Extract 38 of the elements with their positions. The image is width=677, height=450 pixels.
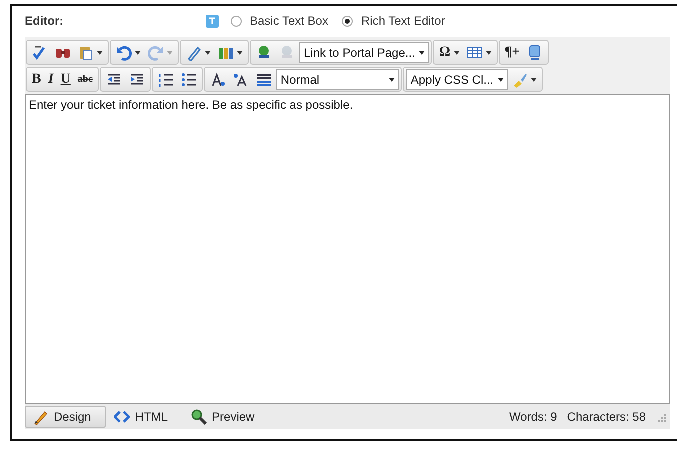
numbered-list-icon: [158, 72, 174, 88]
align-icon: [256, 72, 272, 88]
format-button[interactable]: Ω: [436, 42, 463, 62]
format-button[interactable]: ¶+: [502, 42, 524, 62]
status-count: Words: 9: [510, 410, 558, 424]
editor-label: Editor:: [25, 14, 65, 28]
outdent-icon: [106, 72, 122, 88]
spellcheck-icon: [32, 44, 48, 60]
view-tab[interactable]: Design: [25, 406, 106, 428]
view-tab[interactable]: Preview: [183, 406, 270, 428]
radio-option[interactable]: Rich Text Editor: [342, 14, 446, 28]
subscript-icon: [232, 72, 249, 88]
text-box-icon: [206, 14, 219, 28]
magnifier-icon: [191, 408, 208, 424]
editor-content[interactable]: Enter your ticket information here. Be as specific as possible.: [25, 94, 670, 404]
indent-icon: [128, 72, 145, 88]
clipboard-icon: [78, 44, 94, 60]
module-icon: [527, 44, 544, 60]
format-button[interactable]: I: [45, 70, 57, 90]
undo-arrow-icon: [116, 44, 132, 60]
table-icon: [466, 44, 483, 60]
format-button[interactable]: abc: [74, 70, 96, 90]
format-button[interactable]: B: [29, 70, 44, 90]
redo-arrow-icon: [148, 44, 164, 60]
radio-button[interactable]: [342, 16, 354, 26]
resize-grip-icon[interactable]: [656, 412, 666, 422]
dropdown-field[interactable]: Apply CSS Cl...: [406, 69, 508, 90]
dropdown-field[interactable]: Link to Portal Page...: [299, 42, 430, 63]
code-icon: [114, 408, 130, 424]
radio-button[interactable]: [231, 16, 242, 26]
dropdown-field[interactable]: Normal: [276, 69, 399, 90]
brush-icon: [512, 72, 528, 88]
status-count: Characters: 58: [567, 410, 646, 424]
radio-option[interactable]: Basic Text Box: [231, 14, 328, 28]
format-button[interactable]: U: [58, 70, 74, 90]
view-tab[interactable]: HTML: [106, 406, 184, 428]
bulleted-list-icon: [180, 72, 197, 88]
superscript-icon: [210, 72, 226, 88]
